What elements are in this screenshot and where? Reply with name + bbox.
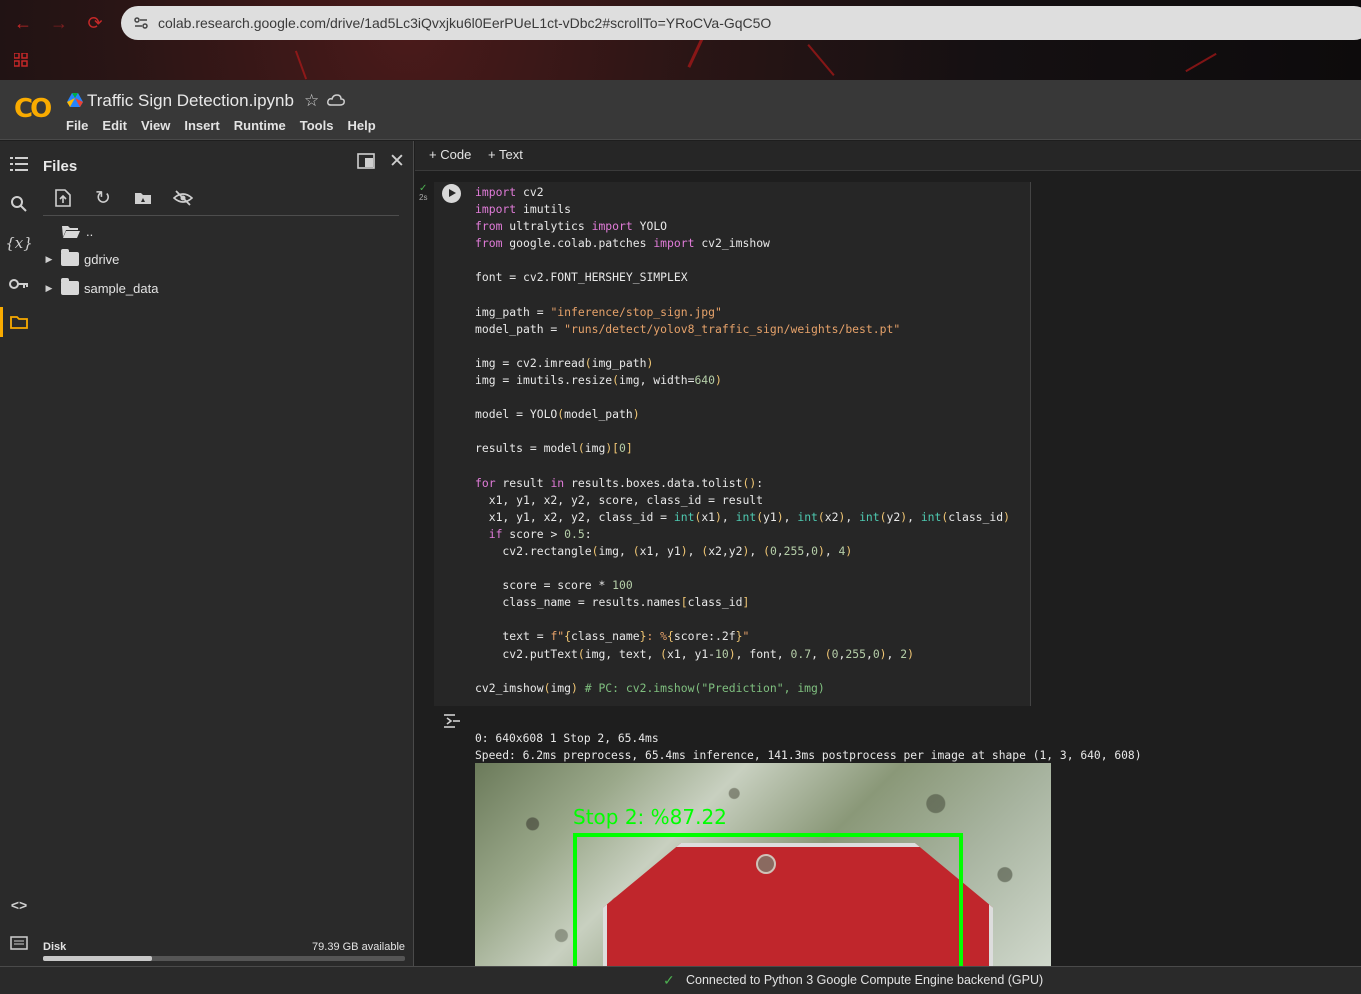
browser-toolbar: ← → ⟳ colab.research.google.com/drive/1a…	[0, 0, 1361, 80]
colab-logo[interactable]: CO	[14, 94, 52, 124]
add-text-label: Text	[498, 147, 523, 162]
code-snippets-icon[interactable]: <>	[6, 893, 32, 917]
tree-item-label: sample_data	[84, 280, 159, 296]
mount-drive-icon[interactable]	[131, 186, 155, 210]
execution-time: 2s	[419, 193, 428, 202]
open-folder-icon	[62, 225, 80, 238]
output-actions-icon[interactable]	[443, 713, 461, 729]
output-image: Stop 2: %87.22	[475, 763, 1051, 966]
tree-item-sample-data[interactable]: ▶ sample_data	[41, 277, 158, 299]
notebook-title[interactable]: Traffic Sign Detection.ipynb	[87, 91, 294, 111]
tree-item-label: ..	[86, 223, 94, 239]
files-panel-title: Files	[43, 158, 78, 175]
site-settings-icon[interactable]	[133, 15, 149, 31]
close-icon[interactable]: ✕	[389, 150, 405, 173]
side-rail: {x} <>	[0, 141, 37, 966]
cell-output-text: 0: 640x608 1 Stop 2, 65.4ms Speed: 6.2ms…	[475, 730, 1142, 764]
status-text[interactable]: Connected to Python 3 Google Compute Eng…	[686, 973, 1043, 987]
expand-caret-icon[interactable]: ▶	[41, 283, 57, 294]
folder-icon	[61, 278, 79, 295]
tree-item-parent[interactable]: ..	[41, 220, 93, 242]
status-bar: ✓ Connected to Python 3 Google Compute E…	[0, 966, 1361, 994]
hide-hidden-files-icon[interactable]	[171, 186, 195, 210]
output-line-2: Speed: 6.2ms preprocess, 65.4ms inferenc…	[475, 749, 1142, 762]
open-in-tab-icon[interactable]	[357, 153, 375, 174]
tree-item-gdrive[interactable]: ▶ gdrive	[41, 248, 119, 270]
menu-runtime[interactable]: Runtime	[234, 118, 286, 133]
connected-check-icon: ✓	[663, 972, 675, 988]
folder-icon[interactable]	[6, 310, 32, 334]
google-drive-icon	[67, 93, 83, 107]
notebook-area: + Code + Text ✓ 2s import cv2 import imu…	[415, 141, 1361, 966]
apps-grid-icon[interactable]	[14, 53, 28, 67]
add-text-button[interactable]: + Text	[488, 147, 523, 162]
variables-icon[interactable]: {x}	[5, 231, 33, 255]
files-toolbar: ↻	[51, 186, 195, 210]
add-code-label: Code	[440, 147, 472, 162]
refresh-icon[interactable]: ↻	[91, 186, 115, 210]
reload-icon[interactable]: ⟳	[84, 12, 106, 34]
notebook-toolbar: + Code + Text	[415, 141, 1361, 171]
disk-usage-fill	[43, 956, 152, 961]
back-arrow-icon[interactable]: ←	[12, 12, 34, 34]
cloud-icon[interactable]	[327, 93, 345, 107]
active-indicator	[0, 307, 3, 337]
key-icon[interactable]	[6, 272, 32, 296]
star-icon[interactable]: ☆	[304, 91, 319, 111]
menu-help[interactable]: Help	[347, 118, 375, 133]
disk-label: Disk	[43, 941, 67, 953]
address-bar[interactable]: colab.research.google.com/drive/1ad5Lc3i…	[121, 6, 1361, 40]
search-icon[interactable]	[6, 192, 32, 216]
url-text: colab.research.google.com/drive/1ad5Lc3i…	[158, 15, 772, 31]
menu-edit[interactable]: Edit	[102, 118, 127, 133]
folder-icon	[61, 249, 79, 266]
add-code-button[interactable]: + Code	[429, 147, 471, 162]
detection-label: Stop 2: %87.22	[573, 805, 727, 829]
disk-available: 79.39 GB available	[312, 941, 405, 953]
detection-bounding-box	[573, 833, 963, 966]
menu-tools[interactable]: Tools	[300, 118, 334, 133]
menu-view[interactable]: View	[141, 118, 170, 133]
forward-arrow-icon[interactable]: →	[48, 12, 70, 34]
expand-caret-icon[interactable]: ▶	[41, 254, 57, 265]
upload-file-icon[interactable]	[51, 186, 75, 210]
output-line-1: 0: 640x608 1 Stop 2, 65.4ms	[475, 732, 659, 745]
terminal-icon[interactable]	[6, 931, 32, 955]
run-cell-button[interactable]	[442, 184, 461, 203]
menu-file[interactable]: File	[66, 118, 88, 133]
files-panel: Files ✕ ↻ .. ▶ gdrive ▶ sample_data Disk…	[37, 141, 414, 966]
cell-border	[1030, 182, 1031, 706]
disk-usage-bar	[43, 956, 405, 961]
divider	[43, 215, 399, 216]
table-of-contents-icon[interactable]	[6, 152, 32, 176]
code-editor[interactable]: import cv2 import imutils from ultralyti…	[475, 184, 1010, 697]
menu-bar: File Edit View Insert Runtime Tools Help	[66, 118, 390, 133]
colab-header: CO Traffic Sign Detection.ipynb ☆ File E…	[0, 80, 1361, 140]
menu-insert[interactable]: Insert	[184, 118, 219, 133]
tree-item-label: gdrive	[84, 251, 120, 267]
